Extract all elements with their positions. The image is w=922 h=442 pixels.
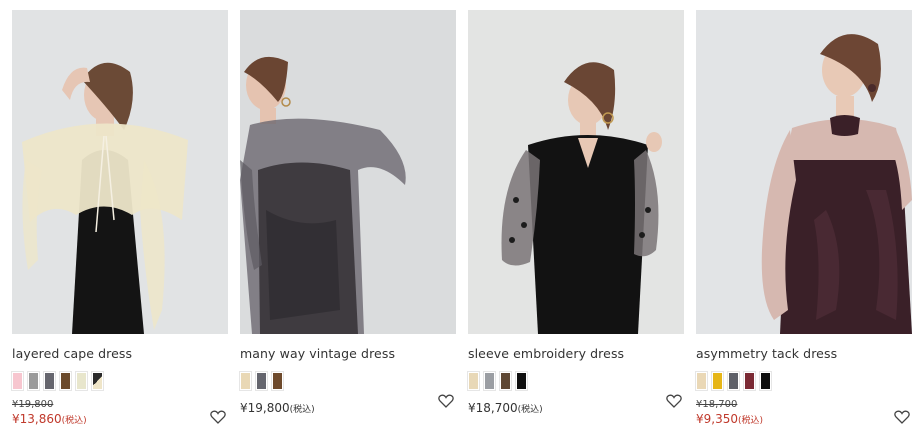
color-swatch-beige[interactable]	[695, 371, 708, 391]
product-card[interactable]: many way vintage dress ¥19,800(税込)	[239, 10, 456, 440]
product-photo[interactable]	[468, 10, 684, 334]
color-swatch-brown[interactable]	[59, 371, 72, 391]
product-grid: layered cape dress ¥19,800 ¥13,860(税込) m…	[0, 0, 922, 442]
product-photo[interactable]	[240, 10, 456, 334]
favorite-heart-icon[interactable]	[894, 410, 910, 424]
color-swatches	[11, 371, 104, 391]
favorite-heart-icon[interactable]	[438, 394, 454, 408]
product-card[interactable]: asymmetry tack dress ¥18,700 ¥9,350(税込)	[695, 10, 912, 440]
color-swatch-gray[interactable]	[483, 371, 496, 391]
price-value: ¥13,860	[12, 412, 62, 426]
price-value: ¥18,700	[468, 401, 518, 415]
original-price: ¥18,700	[696, 399, 738, 410]
product-card[interactable]: layered cape dress ¥19,800 ¥13,860(税込)	[11, 10, 228, 440]
price-block: ¥18,700 ¥9,350(税込)	[696, 398, 763, 429]
color-swatch-ivory[interactable]	[75, 371, 88, 391]
color-swatch-mustard[interactable]	[711, 371, 724, 391]
tax-label: (税込)	[61, 416, 87, 426]
price-block: ¥19,800(税込)	[240, 400, 315, 418]
color-swatch-bordeaux[interactable]	[743, 371, 756, 391]
color-swatch-beige[interactable]	[239, 371, 252, 391]
price-value: ¥19,800	[240, 401, 290, 415]
product-name[interactable]: layered cape dress	[12, 346, 132, 361]
original-price: ¥19,800	[12, 399, 54, 410]
color-swatch-charcoal[interactable]	[255, 371, 268, 391]
sale-price: ¥13,860(税込)	[12, 411, 87, 429]
favorite-heart-icon[interactable]	[666, 394, 682, 408]
price-block: ¥19,800 ¥13,860(税込)	[12, 398, 87, 429]
favorite-heart-icon[interactable]	[210, 410, 226, 424]
sale-price: ¥9,350(税込)	[696, 411, 763, 429]
color-swatch-pink[interactable]	[11, 371, 24, 391]
color-swatches	[695, 371, 772, 391]
tax-label: (税込)	[289, 405, 315, 415]
product-photo[interactable]	[12, 10, 228, 334]
price: ¥18,700(税込)	[468, 400, 543, 418]
color-swatch-black[interactable]	[515, 371, 528, 391]
product-name[interactable]: many way vintage dress	[240, 346, 395, 361]
color-swatch-beige[interactable]	[467, 371, 480, 391]
tax-label: (税込)	[738, 416, 764, 426]
color-swatch-gray[interactable]	[27, 371, 40, 391]
product-name[interactable]: sleeve embroidery dress	[468, 346, 624, 361]
price-block: ¥18,700(税込)	[468, 400, 543, 418]
color-swatches	[239, 371, 284, 391]
tax-label: (税込)	[517, 405, 543, 415]
color-swatch-brown[interactable]	[271, 371, 284, 391]
price-value: ¥9,350	[696, 412, 738, 426]
color-swatch-brown[interactable]	[499, 371, 512, 391]
product-card[interactable]: sleeve embroidery dress ¥18,700(税込)	[467, 10, 684, 440]
product-name[interactable]: asymmetry tack dress	[696, 346, 837, 361]
color-swatch-charcoal[interactable]	[727, 371, 740, 391]
color-swatch-bicolor[interactable]	[91, 371, 104, 391]
product-photo[interactable]	[696, 10, 912, 334]
price: ¥19,800(税込)	[240, 400, 315, 418]
color-swatches	[467, 371, 528, 391]
color-swatch-black[interactable]	[759, 371, 772, 391]
color-swatch-charcoal[interactable]	[43, 371, 56, 391]
